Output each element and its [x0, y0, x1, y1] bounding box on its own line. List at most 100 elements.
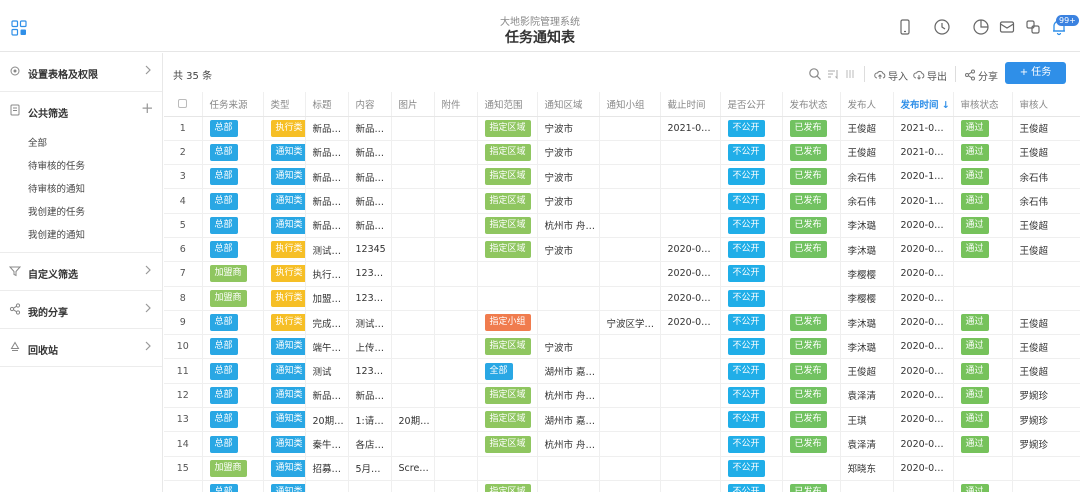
cell-title: 端午… — [305, 334, 349, 360]
table-row[interactable]: 5 总部 通知类 新品… 新品… 指定区域 杭州市 舟… 不公开 已发布 李沐璐 2020-0… 通过… — [164, 213, 1080, 238]
cell-att — [434, 140, 478, 166]
search-icon[interactable] — [808, 67, 822, 81]
column-header[interactable]: 审核状态 — [953, 92, 1013, 117]
table-row[interactable]: 2 总部 通知类 新品… 新品… 指定区域 宁波市 不公开 已发布 王俊超 2021-0… 通过 王俊超 — [164, 140, 1080, 166]
clock-icon[interactable] — [933, 18, 951, 36]
column-header[interactable]: 截止时间 — [660, 92, 721, 117]
select-all-checkbox[interactable] — [164, 92, 203, 117]
column-header[interactable]: 发布人 — [840, 92, 894, 117]
import-button[interactable]: 导入 — [874, 67, 908, 83]
filter-all[interactable]: 全部 — [28, 135, 47, 149]
columns-icon[interactable] — [843, 67, 857, 81]
sidebar-item-custom-filters[interactable]: 自定义筛选 — [0, 253, 162, 291]
table-row[interactable]: 6 总部 执行类 测试… 12345 指定区域 宁波市 2020-0… 不公开 已发布 李沐璐 202… — [164, 237, 1080, 263]
table-row[interactable]: 11 总部 通知类 测试 123… 全部 湖州市 嘉… 不公开 已发布 王俊超 2020-0… 通过王… — [164, 358, 1080, 384]
cell-reviewer: 罗婉珍 — [1012, 431, 1080, 457]
table-row[interactable]: 3 总部 通知类 新品… 新品… 指定区域 宁波市 不公开 已发布 余石伟 2020-1… 通过 余石伟 — [164, 164, 1080, 190]
type-tag: 通知类 — [270, 386, 304, 404]
cell-reviewer: 王俊超 — [1012, 116, 1080, 141]
cell-scope: 指定区域 — [477, 213, 538, 238]
column-header[interactable]: 任务来源 — [202, 92, 264, 117]
cell-group — [599, 164, 661, 190]
filter-pending-tasks[interactable]: 待审核的任务 — [28, 158, 85, 172]
src-tag: 总部 — [209, 314, 238, 332]
cell-review — [953, 261, 1013, 287]
cell-att — [434, 164, 478, 190]
cell-att — [434, 116, 478, 141]
cell-public: 不公开 — [720, 116, 783, 141]
cell-group — [599, 213, 661, 238]
table-row[interactable]: 13 总部 通知类 20期… 1:请… 20期… 指定区域 湖州市 嘉… 不公开 已发布 王琪 202… — [164, 407, 1080, 433]
cell-review: 通过 — [953, 334, 1013, 360]
row-number: 9 — [164, 310, 203, 336]
sidebar-item-label: 设置表格及权限 — [28, 70, 98, 81]
table-row[interactable]: 总部 通知类 指定区域 不公开 已发布 通过 — [164, 480, 1080, 492]
cell-time: 2020-0… — [893, 456, 954, 481]
table-row[interactable]: 7 加盟商 执行类 执行… 123… 2020-0… 不公开 李樱樱 2020-0… — [164, 261, 1080, 287]
cell-review: 通过 — [953, 310, 1013, 336]
column-header[interactable]: 通知小组 — [599, 92, 661, 117]
cell-title: 加盟… — [305, 286, 349, 311]
cell-content: 新品… — [348, 140, 392, 166]
cell-deadline: 2020-0… — [660, 261, 721, 287]
sidebar-item-public-filters[interactable]: 公共筛选 + — [0, 92, 162, 130]
row-number: 15 — [164, 456, 203, 481]
table-row[interactable]: 10 总部 通知类 端午… 上传… 指定区域 宁波市 不公开 已发布 李沐璐 2020-0… 通过 王俊… — [164, 334, 1080, 360]
sidebar-item-my-shares[interactable]: 我的分享 — [0, 291, 162, 329]
export-button[interactable]: 导出 — [913, 67, 947, 83]
inbox-icon[interactable] — [998, 18, 1016, 36]
table-row[interactable]: 8 加盟商 执行类 加盟… 123… 2020-0… 不公开 李樱樱 2020-0… — [164, 286, 1080, 311]
column-header[interactable]: 通知区域 — [537, 92, 600, 117]
table-row[interactable]: 12 总部 通知类 新品… 新品… 指定区域 杭州市 舟… 不公开 已发布 袁泽清 2020-0… 通… — [164, 383, 1080, 409]
column-header[interactable]: 审核人 — [1012, 92, 1080, 117]
add-filter-icon[interactable]: + — [141, 101, 154, 116]
settings-icon — [10, 66, 20, 76]
public-tag: 不公开 — [727, 435, 765, 453]
column-header[interactable]: 内容 — [348, 92, 392, 117]
cell-title: 完成… — [305, 310, 349, 336]
cell-img — [391, 237, 435, 263]
type-tag: 通知类 — [270, 362, 304, 380]
cell-img — [391, 140, 435, 166]
share-alt-icon[interactable] — [1024, 18, 1042, 36]
add-task-button[interactable]: + 任务 — [1005, 62, 1066, 84]
table-row[interactable]: 4 总部 通知类 新品… 新品… 指定区域 宁波市 不公开 已发布 余石伟 2020-1… 通过 余石伟 — [164, 188, 1080, 214]
table-row[interactable]: 15 加盟商 通知类 招募… 5月… Scre… 不公开 郑晓东 2020-0… — [164, 456, 1080, 481]
table-row[interactable]: 14 总部 通知类 秦牛… 各店… 指定区域 杭州市 舟… 不公开 已发布 袁泽清 2020-0… 通… — [164, 431, 1080, 457]
filter-my-notices[interactable]: 我创建的通知 — [28, 227, 85, 241]
cell-group — [599, 116, 661, 141]
cell-deadline — [660, 140, 721, 166]
column-header[interactable]: 发布状态 — [782, 92, 841, 117]
public-tag: 不公开 — [727, 362, 765, 380]
filter-pending-notices[interactable]: 待审核的通知 — [28, 181, 85, 195]
column-header[interactable]: 是否公开 — [720, 92, 783, 117]
column-header[interactable]: 附件 — [434, 92, 478, 117]
column-header[interactable]: 发布时间 ↓ — [893, 92, 954, 117]
cell-deadline — [660, 431, 721, 457]
sort-icon[interactable] — [826, 67, 840, 81]
phone-icon[interactable] — [896, 18, 914, 36]
share-label: 分享 — [978, 71, 998, 83]
pie-chart-icon[interactable] — [972, 18, 990, 36]
cell-area: 宁波市 — [537, 140, 600, 166]
src-tag: 加盟商 — [209, 459, 247, 477]
cell-reviewer: 王俊超 — [1012, 140, 1080, 166]
column-header[interactable]: 图片 — [391, 92, 435, 117]
column-header[interactable]: 标题 — [305, 92, 349, 117]
column-header[interactable]: 类型 — [263, 92, 306, 117]
status-tag: 已发布 — [789, 362, 827, 380]
table-row[interactable]: 1 总部 执行类 新品… 新品… 指定区域 宁波市 2021-0… 不公开 已发布 王俊超 2021-… — [164, 116, 1080, 141]
cell-src: 总部 — [202, 164, 264, 190]
share-button[interactable]: 分享 — [964, 67, 998, 83]
sidebar-item-recycle-bin[interactable]: 回收站 — [0, 329, 162, 367]
cell-content: 新品… — [348, 116, 392, 141]
table-row[interactable]: 9 总部 执行类 完成… 测试… 指定小组 宁波区学… 2020-0… 不公开 已发布 李沐璐 202… — [164, 310, 1080, 336]
column-header[interactable]: 通知范围 — [477, 92, 538, 117]
sidebar-item-settings[interactable]: 设置表格及权限 — [0, 53, 162, 91]
public-tag: 不公开 — [727, 265, 765, 283]
cell-time: 2020-0… — [893, 237, 954, 263]
cell-public: 不公开 — [720, 237, 783, 263]
cell-type: 通知类 — [263, 164, 306, 190]
review-tag: 通过 — [960, 192, 989, 210]
filter-my-tasks[interactable]: 我创建的任务 — [28, 204, 85, 218]
